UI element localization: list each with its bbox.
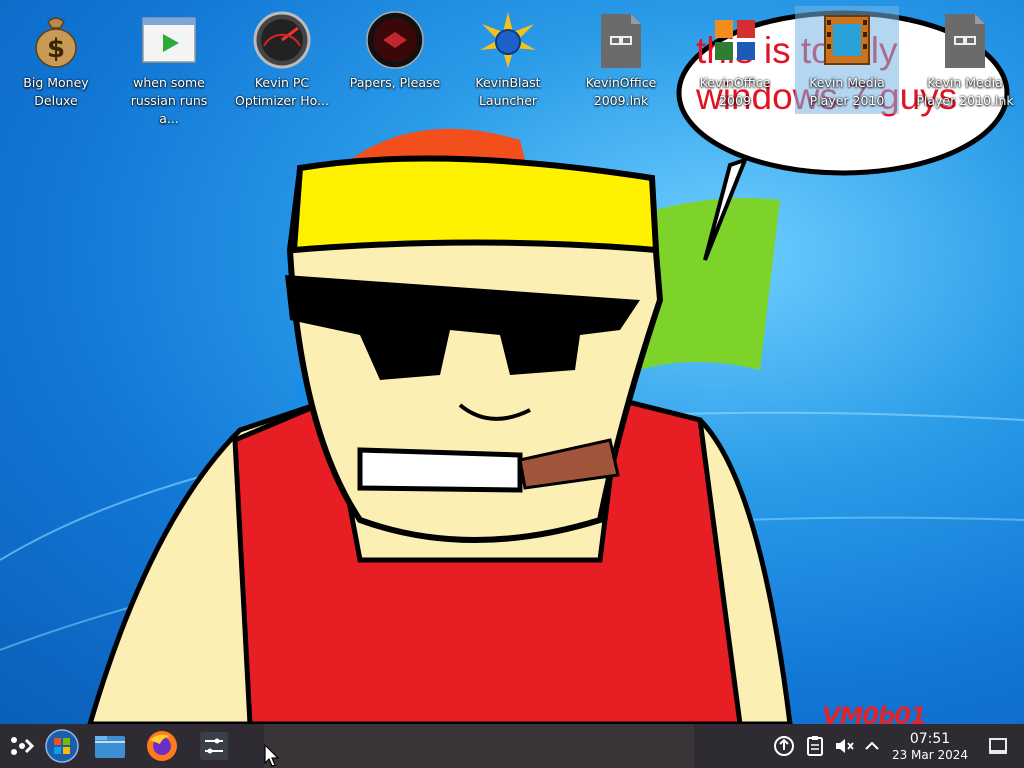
taskbar	[0, 724, 1024, 768]
speaker-muted-icon	[836, 739, 854, 753]
desktop-icon-russian-video[interactable]: when some russian runs a...	[117, 6, 221, 126]
shortcut-file-icon	[945, 14, 985, 68]
star-burst-disc-icon	[480, 12, 536, 68]
chevron-up-icon	[865, 741, 879, 750]
taskbar-task-area[interactable]	[264, 724, 694, 768]
speedometer-icon	[253, 11, 311, 69]
desktop-icon-kevinoffice-lnk[interactable]: KevinOffice 2009.lnk	[569, 6, 673, 114]
sliders-icon	[200, 732, 228, 760]
desktop-icon-kevin-media-player-lnk[interactable]: Kevin Media Player 2010.lnk	[910, 6, 1020, 114]
shortcut-file-icon	[601, 14, 641, 68]
film-strip-icon	[824, 15, 870, 65]
show-desktop-icon	[989, 738, 1007, 754]
office-suite-icon	[715, 20, 755, 60]
show-desktop-button[interactable]	[986, 734, 1010, 758]
desktop-icon-kevinoffice[interactable]: KevinOffice 2009	[683, 6, 787, 114]
desktop-icon-big-money-deluxe[interactable]: $ Big Money Deluxe	[4, 6, 108, 114]
desktop-icon-label: KevinBlast Launcher	[475, 75, 541, 108]
desktop-icon-papers-please[interactable]: Papers, Please	[343, 6, 447, 114]
desktop[interactable]: this is totally windows 7 guys VM0b01 $ …	[0, 0, 1024, 724]
desktop-icon-label: KevinOffice 2009	[699, 75, 771, 108]
desktop-icon-label: KevinOffice 2009.lnk	[585, 75, 657, 108]
firefox-icon	[147, 731, 177, 761]
desktop-icon-label: Kevin Media Player 2010.lnk	[916, 75, 1014, 108]
clock-time[interactable]: 07:51	[896, 731, 964, 747]
application-launcher-button[interactable]	[4, 728, 40, 764]
clock-date[interactable]: 23 Mar 2024	[884, 748, 976, 762]
desktop-icon-kevinblast-launcher[interactable]: KevinBlast Launcher	[456, 6, 560, 114]
windows-start-button[interactable]	[44, 728, 80, 764]
volume-tray-button[interactable]	[832, 734, 856, 758]
desktop-icon-label: Kevin Media Player 2010	[809, 75, 885, 108]
video-player-window-icon	[142, 17, 196, 63]
desktop-icon-kevin-pc-optimizer[interactable]: Kevin PC Optimizer Ho...	[230, 6, 334, 114]
clipboard-tray-button[interactable]	[803, 734, 827, 758]
file-manager-button[interactable]	[92, 728, 128, 764]
updates-tray-button[interactable]	[772, 734, 796, 758]
show-hidden-tray-button[interactable]	[860, 734, 884, 758]
desktop-icon-label: Kevin PC Optimizer Ho...	[235, 75, 329, 108]
firefox-button[interactable]	[144, 728, 180, 764]
system-settings-button[interactable]	[196, 728, 232, 764]
mouse-cursor-icon	[264, 744, 280, 767]
clipboard-icon	[807, 736, 823, 756]
desktop-icon-kevin-media-player[interactable]: Kevin Media Player 2010	[795, 6, 899, 114]
folder-icon	[95, 736, 125, 758]
launcher-icon	[11, 737, 35, 755]
watermark-text: VM0b01	[822, 702, 927, 724]
windows-orb-icon	[45, 729, 79, 763]
update-icon	[774, 736, 794, 756]
desktop-icon-label: Papers, Please	[349, 75, 441, 90]
desktop-icon-label: when some russian runs a...	[130, 75, 208, 126]
desktop-icon-label: Big Money Deluxe	[23, 75, 89, 108]
papers-please-seal-icon	[366, 11, 424, 69]
svg-text:$: $	[47, 34, 65, 64]
money-bag-icon: $	[35, 17, 77, 68]
